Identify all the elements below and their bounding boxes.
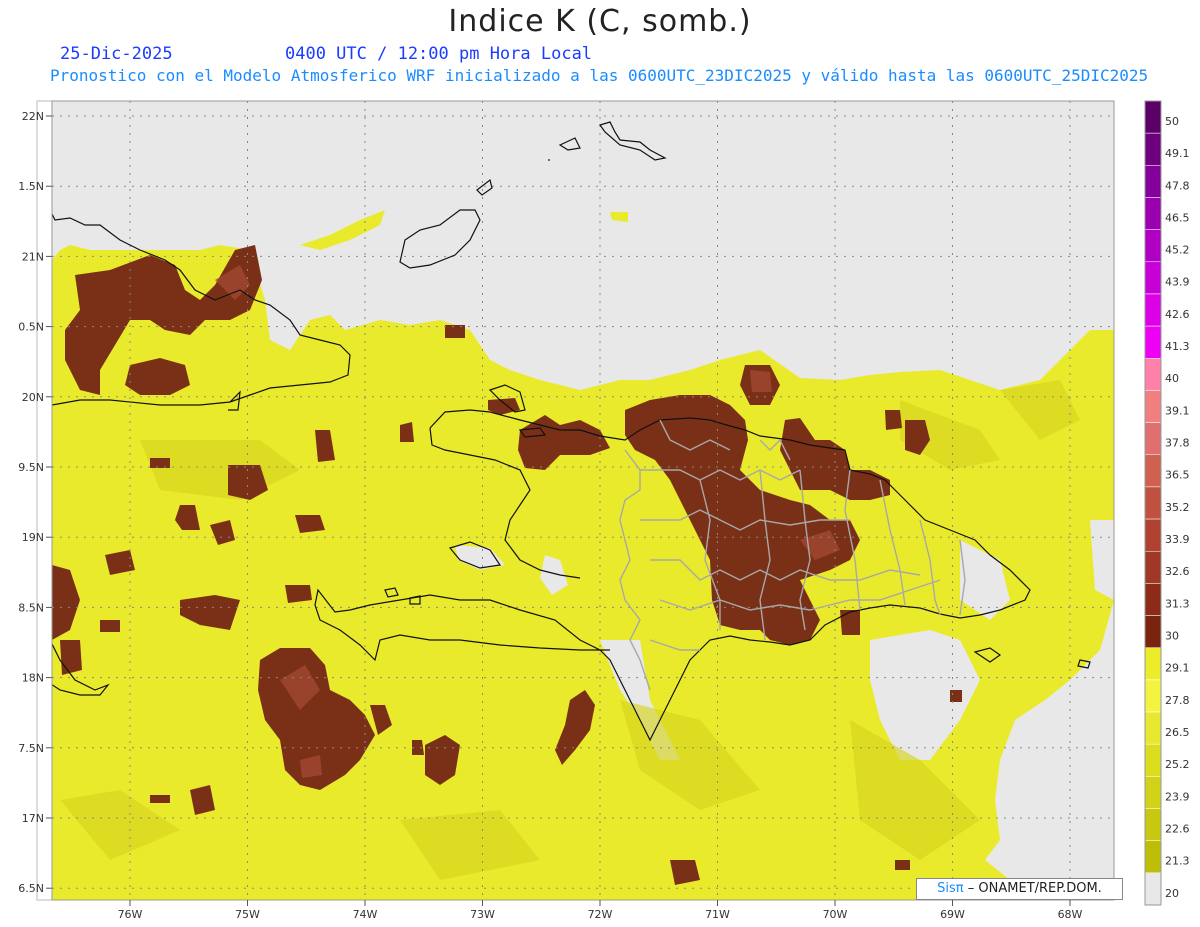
forecast-map: 22N 1.5N 21N 0.5N 20N 9.5N 19N 8.5N 18N 7.5N 17N 6.… [18, 100, 1190, 921]
legend-swatch-nodata [1145, 872, 1161, 905]
legend-label: 40 [1165, 372, 1179, 385]
legend-label: 37.8 [1165, 437, 1190, 450]
lon-label: 68W [1058, 908, 1083, 921]
lat-label: 0.5N [18, 321, 44, 334]
color-legend: 50 49.1 47.8 46.5 45.2 43.9 42.6 41.3 40 39.1 37.8… [1144, 100, 1190, 906]
lat-label: 9.5N [18, 461, 44, 474]
lat-label: 19N [22, 531, 44, 544]
lon-label: 73W [470, 908, 495, 921]
legend-swatch [1144, 454, 1162, 488]
credit-text: – ONAMET/REP.DOM. [967, 881, 1102, 896]
legend-label: 21.3 [1165, 855, 1190, 868]
legend-label: 30 [1165, 629, 1179, 642]
legend-label: 25.2 [1165, 758, 1190, 771]
lat-label: 22N [22, 110, 44, 123]
legend-label: 49.1 [1165, 147, 1190, 160]
lat-label: 18N [22, 672, 44, 685]
legend-label: 31.3 [1165, 597, 1190, 610]
legend-label: 43.9 [1165, 276, 1190, 289]
legend-swatch [1144, 808, 1162, 841]
lon-label: 69W [940, 908, 965, 921]
legend-label: 22.6 [1165, 822, 1190, 835]
legend-swatch [1144, 358, 1162, 391]
legend-swatch [1144, 518, 1162, 552]
legend-label: 20 [1165, 887, 1179, 900]
legend-swatch [1144, 840, 1162, 874]
legend-swatch [1144, 132, 1162, 166]
lat-label: 8.5N [18, 601, 44, 614]
legend-swatch [1144, 711, 1162, 745]
legend-swatch [1144, 261, 1162, 295]
lat-label: 1.5N [18, 180, 44, 193]
legend-swatch [1144, 229, 1162, 263]
lon-label: 74W [353, 908, 378, 921]
legend-swatch [1144, 197, 1162, 230]
lon-label: 76W [118, 908, 143, 921]
legend-swatch [1144, 679, 1162, 713]
legend-label: 35.2 [1165, 501, 1190, 514]
legend-label: 45.2 [1165, 244, 1190, 257]
legend-label: 29.1 [1165, 662, 1190, 675]
legend-label: 39.1 [1165, 404, 1190, 417]
lon-label: 70W [823, 908, 848, 921]
lon-label: 72W [588, 908, 613, 921]
legend-swatch [1144, 422, 1162, 456]
legend-swatch [1144, 390, 1162, 423]
legend-label: 47.8 [1165, 179, 1190, 192]
legend-swatch [1144, 583, 1162, 616]
latitude-labels: 22N 1.5N 21N 0.5N 20N 9.5N 19N 8.5N 18N 7.5N 17N 6.… [18, 110, 52, 895]
lat-label: 7.5N [18, 742, 44, 755]
legend-label: 33.9 [1165, 533, 1190, 546]
legend-swatch [1144, 776, 1162, 809]
legend-label: 32.6 [1165, 565, 1190, 578]
legend-swatch [1144, 325, 1162, 359]
legend-label: 36.5 [1165, 469, 1190, 482]
legend-swatch [1144, 486, 1162, 520]
legend-swatch [1144, 550, 1162, 584]
lon-label: 75W [235, 908, 260, 921]
lat-label: 6.5N [18, 882, 44, 895]
legend-swatch [1144, 165, 1162, 198]
legend-swatch [1144, 743, 1162, 777]
lat-label: 21N [22, 250, 44, 263]
lon-label: 71W [705, 908, 730, 921]
legend-label: 27.8 [1165, 694, 1190, 707]
legend-swatch [1144, 615, 1162, 648]
legend-swatch [1144, 647, 1162, 681]
legend-label: 41.3 [1165, 340, 1190, 353]
map-field [52, 101, 1114, 900]
credit-box: Sisπ – ONAMET/REP.DOM. [916, 878, 1123, 900]
legend-label: 23.9 [1165, 790, 1190, 803]
longitude-labels: 76W 75W 74W 73W 72W 71W 70W 69W 68W [118, 900, 1083, 921]
sispi-logo: Sisπ [937, 881, 964, 896]
legend-label: 50 [1165, 115, 1179, 128]
legend-swatch [1144, 100, 1162, 134]
legend-label: 46.5 [1165, 211, 1190, 224]
legend-swatch [1144, 293, 1162, 327]
lat-label: 17N [22, 812, 44, 825]
legend-label: 26.5 [1165, 726, 1190, 739]
lat-label: 20N [22, 391, 44, 404]
legend-label: 42.6 [1165, 308, 1190, 321]
